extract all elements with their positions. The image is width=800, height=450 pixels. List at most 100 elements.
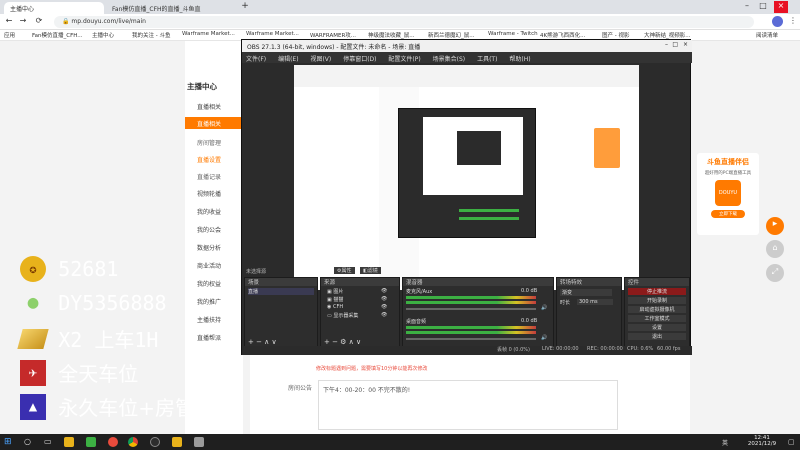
bookmark-item[interactable]: 神级魔法收藏_鼠... xyxy=(368,31,415,39)
forward-icon[interactable]: → xyxy=(16,16,30,28)
source-toolbar-icons[interactable]: + − ⚙ ∧ ∨ xyxy=(324,338,361,346)
mixer-track-level: 0.0 dB xyxy=(521,318,538,324)
home-icon[interactable]: ⌂ xyxy=(766,240,784,258)
play-icon[interactable]: ▸ xyxy=(766,217,784,235)
obs-menu-item[interactable]: 工具(T) xyxy=(477,56,497,63)
preview-promo xyxy=(594,128,620,168)
scene-item[interactable]: 直播 xyxy=(248,288,314,295)
bookmark-item[interactable]: WARFRAMER攻... xyxy=(310,31,356,39)
bookmark-item[interactable]: Warframe - Twitch xyxy=(488,31,538,37)
obs-preview[interactable] xyxy=(294,65,639,290)
preview-obs-nested xyxy=(398,108,536,238)
close-icon[interactable]: × xyxy=(774,1,788,13)
menu-icon[interactable]: ⋮ xyxy=(786,16,800,28)
eye-icon[interactable]: 👁 xyxy=(381,304,387,310)
obs-properties-button[interactable]: ⚙属性 xyxy=(334,267,355,274)
app-icon[interactable] xyxy=(108,437,118,447)
mixer-meter xyxy=(406,296,536,299)
scene-toolbar-icons[interactable]: + − ∧ ∨ xyxy=(248,338,277,346)
minimize-icon[interactable]: – xyxy=(740,1,754,13)
promo-download-button[interactable]: 立即下载 xyxy=(711,210,745,218)
obs-menu-item[interactable]: 视图(V) xyxy=(310,56,331,63)
exit-button[interactable]: 退出 xyxy=(628,333,686,340)
obs-menu-item[interactable]: 停靠窗口(D) xyxy=(343,56,376,63)
obs-filters-button[interactable]: ◧滤镜 xyxy=(360,267,381,274)
bookmark-item[interactable]: 4K熊游飞西西化... xyxy=(540,31,585,39)
sidebar-item[interactable]: 我的公会 xyxy=(185,225,243,234)
bookmark-item[interactable]: 图产 - 视影 xyxy=(602,31,629,39)
sidebar-item[interactable]: 房间管理 xyxy=(185,138,243,147)
preview-nested-obs xyxy=(457,131,501,165)
announcement-textarea[interactable]: 下午4：00-20：00 不完不散的! xyxy=(318,380,618,430)
transition-select[interactable]: 渐变 xyxy=(560,289,612,296)
virtual-camera-button[interactable]: 启动虚拟摄像机 xyxy=(628,306,686,313)
sidebar-item[interactable]: 我的收益 xyxy=(185,207,243,216)
eye-icon[interactable]: 👁 xyxy=(381,312,387,318)
app-icon[interactable] xyxy=(172,437,182,447)
sidebar-item[interactable]: 直播记录 xyxy=(185,172,243,181)
obs-menu-item[interactable]: 文件(F) xyxy=(246,56,266,63)
settings-button[interactable]: 设置 xyxy=(628,324,686,331)
avatar[interactable] xyxy=(772,16,783,27)
obs-minimize-icon[interactable]: – xyxy=(665,41,668,48)
obs-menu-item[interactable]: 配置文件(P) xyxy=(388,56,420,63)
sidebar-item[interactable]: 直播设置 xyxy=(185,155,243,164)
back-icon[interactable]: ← xyxy=(2,16,16,28)
source-item[interactable]: ▭ 显示器采集 xyxy=(327,312,358,319)
task-view-icon[interactable]: ▭ xyxy=(44,437,52,446)
tab-main[interactable]: 主播中心 xyxy=(4,2,104,14)
app-icon[interactable] xyxy=(86,437,96,447)
bookmark-item[interactable]: 阅读清单 xyxy=(756,31,778,39)
sidebar-item[interactable]: 直播相关 xyxy=(185,102,243,111)
bookmark-item[interactable]: Warframe Market... xyxy=(182,31,235,37)
language-indicator[interactable]: 英 xyxy=(722,438,728,447)
obs-close-icon[interactable]: × xyxy=(683,41,688,48)
volume-slider[interactable] xyxy=(406,308,536,310)
notification-icon[interactable]: ▢ xyxy=(788,438,795,446)
obs-menu-item[interactable]: 帮助(H) xyxy=(509,56,530,63)
obs-menu-item[interactable]: 编辑(E) xyxy=(278,56,298,63)
bookmark-item[interactable]: 大神新结_视频影... xyxy=(644,31,691,39)
app-icon[interactable] xyxy=(194,437,204,447)
promo-card[interactable]: 斗鱼直播伴侣 超好用的PC端直播工具 DOUYU 立即下载 xyxy=(697,153,759,235)
reload-icon[interactable]: ⟳ xyxy=(32,16,46,28)
maximize-icon[interactable]: □ xyxy=(756,1,770,13)
source-item[interactable]: ▣ 猫猫 xyxy=(327,296,343,303)
obs-properties-label: 属性 xyxy=(341,268,352,274)
chrome-icon[interactable] xyxy=(128,437,138,447)
bookmark-item[interactable]: 主播中心 xyxy=(92,31,114,39)
obs-icon[interactable] xyxy=(150,437,160,447)
volume-slider[interactable] xyxy=(406,338,536,340)
sidebar-item[interactable]: 视频轮播 xyxy=(185,189,243,198)
tab-stream[interactable]: Fan模仿直播_CFH的直播_斗鱼直 xyxy=(106,2,236,14)
bookmark-item[interactable]: 应用 xyxy=(4,31,15,39)
bookmark-item[interactable]: Fan模仿直播_CFH... xyxy=(32,31,83,39)
eye-icon[interactable]: 👁 xyxy=(381,296,387,302)
expand-icon[interactable]: ⤢ xyxy=(766,264,784,282)
source-item[interactable]: ◉ CFH xyxy=(327,304,343,310)
bookmark-item[interactable]: Warframe Market... xyxy=(246,31,299,37)
obs-maximize-icon[interactable]: □ xyxy=(672,41,678,48)
overlay-row: ● DY5356888 xyxy=(20,290,167,316)
sidebar-item-active[interactable]: 直播相关 xyxy=(185,117,243,129)
studio-mode-button[interactable]: 工作室模式 xyxy=(628,315,686,322)
source-item[interactable]: ▣ 图片 xyxy=(327,288,343,295)
bookmark-item[interactable]: 我的关注 - 斗鱼 xyxy=(132,31,170,39)
new-tab-button[interactable]: + xyxy=(238,1,252,13)
bookmark-item[interactable]: 新西兰德魔幻_鼠... xyxy=(428,31,475,39)
eye-icon[interactable]: 👁 xyxy=(381,288,387,294)
speaker-icon[interactable]: 🔊 xyxy=(541,335,547,341)
notice-link[interactable]: 修改标题遇到问题，需要填写10分钟以能再次修改 xyxy=(316,365,427,372)
stop-streaming-button[interactable]: 停止推流 xyxy=(628,288,686,295)
obs-menu-item[interactable]: 场景集合(S) xyxy=(433,56,466,63)
url-input[interactable]: 🔒 mp.douyu.com/live/main xyxy=(54,16,754,28)
overlay-text: DY5356888 xyxy=(58,291,167,315)
speaker-icon[interactable]: 🔊 xyxy=(541,305,547,311)
file-explorer-icon[interactable] xyxy=(64,437,74,447)
start-recording-button[interactable]: 开始录制 xyxy=(628,297,686,304)
clock[interactable]: 12:41 2021/12/9 xyxy=(744,435,780,447)
transition-duration-input[interactable]: 300 ms xyxy=(577,299,613,305)
windows-start-icon[interactable]: ⊞ xyxy=(4,437,12,447)
search-icon[interactable]: ○ xyxy=(24,437,31,446)
sidebar-item[interactable]: 数据分析 xyxy=(185,243,243,252)
